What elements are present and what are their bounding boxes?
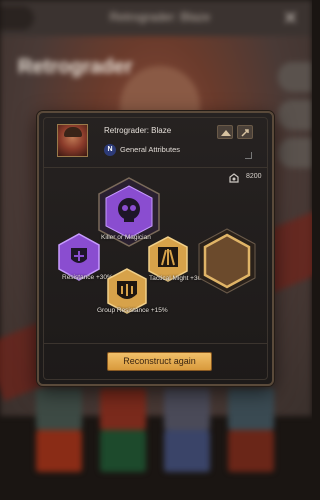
share-button[interactable] (237, 125, 253, 139)
side-button[interactable] (278, 100, 312, 130)
side-buttons (272, 58, 312, 178)
expand-corner (245, 152, 252, 159)
hero-name: Retrograder: Blaze (104, 126, 172, 135)
claw-icon (158, 247, 178, 267)
window-title: Retrograder: Blaze (109, 10, 211, 24)
attributes-label: General Attributes (120, 145, 181, 154)
group-resistance-label: Group Resistance +15% (97, 307, 168, 314)
reconstruct-again-button[interactable]: Reconstruct again (107, 352, 212, 371)
grid-cell[interactable] (228, 388, 274, 430)
hero-name-banner: Retrograder (18, 56, 133, 78)
side-button[interactable] (278, 62, 312, 92)
top-bar: Retrograder: Blaze ✕ (0, 0, 312, 36)
grid-cell[interactable] (36, 430, 82, 472)
killer-magician-label: Killer or Magician (101, 234, 151, 241)
shield-plus-icon (71, 248, 87, 263)
grid-cell[interactable] (164, 430, 210, 472)
grid-cell[interactable] (36, 388, 82, 430)
currency-amount: 8200 (246, 173, 262, 180)
empty-slot-node[interactable] (196, 227, 258, 295)
grid-cell[interactable] (228, 430, 274, 472)
currency-icon (229, 173, 239, 183)
close-icon[interactable]: ✕ (283, 8, 298, 29)
grid-cell[interactable] (164, 388, 210, 430)
share-icon (241, 129, 249, 137)
divider (43, 167, 268, 168)
group-shield-icon (117, 281, 137, 299)
grid-cell[interactable] (100, 430, 146, 472)
save-icon (221, 130, 231, 136)
back-button[interactable] (0, 6, 34, 30)
grid-cell[interactable] (100, 388, 146, 430)
side-button[interactable] (278, 138, 312, 168)
save-button[interactable] (217, 125, 233, 139)
divider (43, 343, 268, 344)
reconstruct-modal: Retrograder: Blaze N General Attributes … (37, 111, 274, 386)
screen: Retrograder: Blaze ✕ Retrograder Retrogr… (0, 0, 312, 500)
hero-portrait (57, 124, 88, 157)
rarity-badge: N (104, 144, 116, 156)
